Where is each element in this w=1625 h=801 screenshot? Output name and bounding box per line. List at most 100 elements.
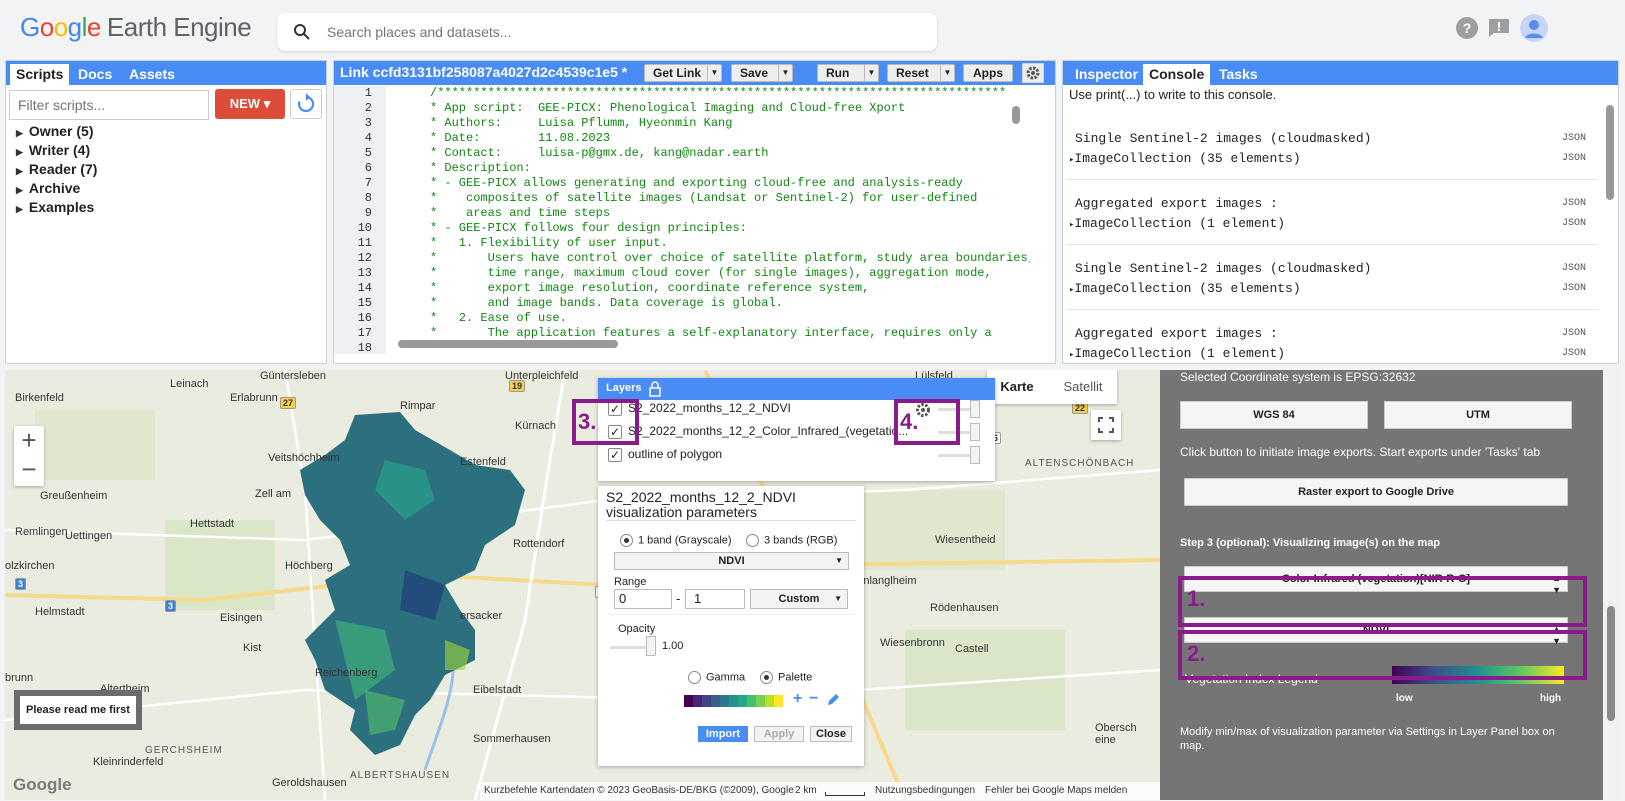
- json-link[interactable]: JSON: [1562, 348, 1586, 359]
- radio-3-bands[interactable]: 3 bands (RGB): [746, 534, 837, 547]
- tree-item-owner[interactable]: ▶ Owner (5): [16, 123, 94, 139]
- code-line[interactable]: * Date: 11.08.2023: [430, 131, 1030, 146]
- palette-swatch[interactable]: [711, 695, 720, 707]
- shortcuts-link[interactable]: Kurzbefehle: [484, 782, 537, 800]
- code-line[interactable]: * Contact: luisa-p@gmx.de, kang@nadar.ea…: [430, 146, 1030, 161]
- remove-color-icon[interactable]: −: [809, 690, 818, 708]
- radio-1-band[interactable]: 1 band (Grayscale): [620, 534, 732, 547]
- chevron-down-icon[interactable]: ▼: [707, 65, 721, 81]
- read-first-button[interactable]: Please read me first: [20, 696, 136, 724]
- chevron-down-icon[interactable]: ▼: [940, 65, 954, 81]
- json-link[interactable]: JSON: [1562, 263, 1586, 274]
- lock-icon[interactable]: [648, 381, 662, 397]
- range-min-input[interactable]: 0: [614, 589, 672, 609]
- side-scrollbar-thumb[interactable]: [1607, 606, 1615, 721]
- code-line[interactable]: * areas and time steps: [430, 206, 1030, 221]
- tab-docs[interactable]: Docs: [72, 64, 118, 85]
- earth-engine-logo[interactable]: Google Earth Engine: [20, 12, 252, 43]
- code-line[interactable]: * - GEE-PICX follows four design princip…: [430, 221, 1030, 236]
- json-link[interactable]: JSON: [1562, 218, 1586, 229]
- code-line[interactable]: * Authors: Luisa Pflumm, Hyeonmin Kang: [430, 116, 1030, 131]
- tree-item-reader[interactable]: ▶ Reader (7): [16, 161, 97, 177]
- code-line[interactable]: * and image bands. Data coverage is glob…: [430, 296, 1030, 311]
- search-input[interactable]: [327, 21, 917, 43]
- code-line[interactable]: * - GEE-PICX allows generating and expor…: [430, 176, 1030, 191]
- tab-tasks[interactable]: Tasks: [1213, 64, 1264, 85]
- code-line[interactable]: * The application features a self-explan…: [430, 326, 1030, 341]
- json-link[interactable]: JSON: [1562, 133, 1586, 144]
- raster-export-button[interactable]: Raster export to Google Drive: [1184, 478, 1568, 506]
- tab-console[interactable]: Console: [1143, 64, 1211, 85]
- opacity-slider-handle[interactable]: [646, 636, 656, 656]
- gear-icon[interactable]: [1022, 63, 1044, 83]
- layer-checkbox[interactable]: ✓: [608, 447, 622, 462]
- opacity-slider-handle[interactable]: [970, 400, 980, 418]
- apps-button[interactable]: Apps: [963, 64, 1013, 82]
- console-entry-value[interactable]: ▸ImageCollection (35 elements): [1069, 281, 1301, 296]
- code-line[interactable]: * export image resolution, coordinate re…: [430, 281, 1030, 296]
- palette-swatches[interactable]: [684, 695, 783, 707]
- console-entry-value[interactable]: ▸ImageCollection (1 element): [1069, 346, 1285, 361]
- import-button[interactable]: Import: [698, 726, 748, 742]
- palette-swatch[interactable]: [765, 695, 774, 707]
- range-max-input[interactable]: 1: [685, 589, 745, 609]
- tab-inspector[interactable]: Inspector: [1069, 64, 1144, 85]
- layer-row-color-infrared[interactable]: ✓ S2_2022_months_12_2_Color_Infrared_(veg…: [608, 424, 908, 439]
- palette-swatch[interactable]: [747, 695, 756, 707]
- zoom-out-button[interactable]: −: [14, 456, 44, 486]
- json-link[interactable]: JSON: [1562, 283, 1586, 294]
- terms-link[interactable]: Nutzungsbedingungen: [875, 782, 975, 800]
- json-link[interactable]: JSON: [1562, 328, 1586, 339]
- feedback-icon[interactable]: [1487, 16, 1511, 40]
- code-line[interactable]: * Users have control over choice of sate…: [430, 251, 1030, 266]
- radio-button[interactable]: [746, 534, 759, 547]
- apply-button[interactable]: Apply: [754, 726, 804, 742]
- palette-swatch[interactable]: [774, 695, 783, 707]
- layer-row-outline[interactable]: ✓ outline of polygon: [608, 447, 722, 462]
- palette-swatch[interactable]: [738, 695, 747, 707]
- add-color-icon[interactable]: +: [793, 690, 802, 708]
- console-scrollbar[interactable]: [1606, 105, 1614, 200]
- new-script-button[interactable]: NEW ▾: [215, 89, 285, 119]
- code-line[interactable]: * App script: GEE-PICX: Phenological Ima…: [430, 101, 1030, 116]
- band-select[interactable]: NDVI ▼: [614, 552, 849, 570]
- palette-swatch[interactable]: [756, 695, 765, 707]
- close-button[interactable]: Close: [810, 726, 852, 742]
- palette-swatch[interactable]: [720, 695, 729, 707]
- tab-assets[interactable]: Assets: [123, 64, 181, 85]
- code-line[interactable]: * composites of satellite images (Landsa…: [430, 191, 1030, 206]
- json-link[interactable]: JSON: [1562, 153, 1586, 164]
- reset-button[interactable]: Reset ▼: [887, 64, 955, 82]
- refresh-button[interactable]: [290, 89, 322, 119]
- code-area[interactable]: /***************************************…: [430, 86, 1030, 354]
- editor-horizontal-scrollbar[interactable]: [398, 340, 618, 348]
- radio-button[interactable]: [760, 671, 773, 684]
- utm-button[interactable]: UTM: [1384, 401, 1572, 429]
- opacity-slider-handle[interactable]: [970, 423, 980, 441]
- radio-button[interactable]: [688, 671, 701, 684]
- palette-swatch[interactable]: [702, 695, 711, 707]
- tab-scripts[interactable]: Scripts: [10, 64, 70, 85]
- radio-button[interactable]: [620, 534, 633, 547]
- wgs84-button[interactable]: WGS 84: [1180, 401, 1368, 429]
- palette-swatch[interactable]: [684, 695, 693, 707]
- tree-item-archive[interactable]: ▶ Archive: [16, 180, 80, 196]
- report-error-link[interactable]: Fehler bei Google Maps melden: [985, 782, 1127, 800]
- code-line[interactable]: * 2. Ease of use.: [430, 311, 1030, 326]
- console-entry-value[interactable]: ▸ImageCollection (35 elements): [1069, 151, 1301, 166]
- json-link[interactable]: JSON: [1562, 198, 1586, 209]
- code-line[interactable]: * 1. Flexibility of user input.: [430, 236, 1030, 251]
- tree-item-writer[interactable]: ▶ Writer (4): [16, 142, 90, 158]
- range-custom-select[interactable]: Custom ▼: [750, 589, 848, 609]
- palette-swatch[interactable]: [729, 695, 738, 707]
- filter-scripts-input[interactable]: [9, 90, 209, 120]
- get-link-button[interactable]: Get Link ▼: [644, 64, 722, 82]
- radio-gamma[interactable]: Gamma: [688, 671, 745, 684]
- help-icon[interactable]: ?: [1455, 16, 1479, 40]
- code-line[interactable]: /***************************************…: [430, 86, 1030, 101]
- radio-palette[interactable]: Palette: [760, 671, 812, 684]
- code-line[interactable]: * time range, maximum cloud cover (for s…: [430, 266, 1030, 281]
- code-line[interactable]: * Description:: [430, 161, 1030, 176]
- save-button[interactable]: Save ▼: [731, 64, 793, 82]
- account-avatar-icon[interactable]: [1520, 14, 1548, 42]
